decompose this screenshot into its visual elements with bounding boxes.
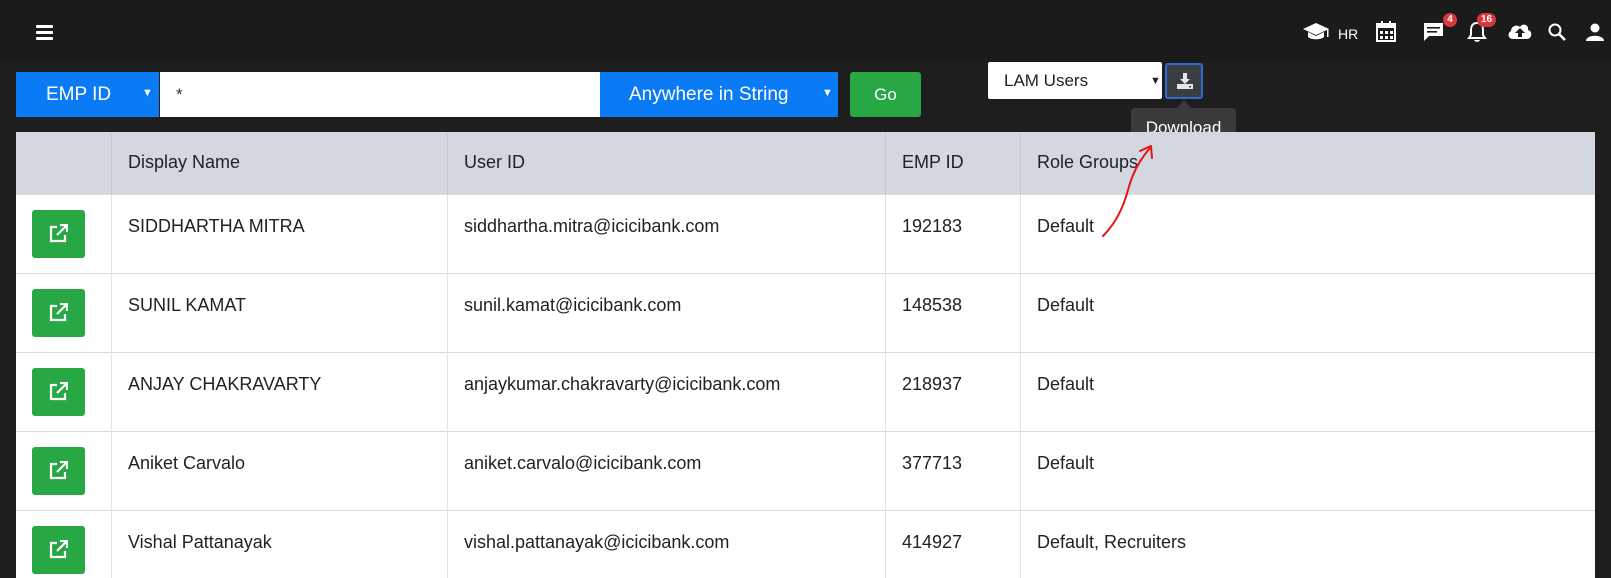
notifications-badge: 16 (1477, 13, 1497, 27)
cell-emp-id: 148538 (885, 273, 1021, 352)
cell-role-groups: Default (1037, 373, 1095, 394)
search-input[interactable] (160, 72, 600, 117)
chevron-down-icon: ▼ (1150, 75, 1161, 87)
chat-icon[interactable] (1423, 22, 1444, 42)
download-button[interactable] (1165, 63, 1203, 99)
open-record-button[interactable] (32, 446, 85, 495)
external-link-icon (49, 539, 68, 558)
search-icon[interactable] (1548, 23, 1566, 41)
cell-role-groups: Default (1037, 215, 1095, 236)
table-row: ANJAY CHAKRAVARTY anjaykumar.chakravarty… (16, 352, 1595, 431)
cell-emp-id: 218937 (885, 352, 1021, 431)
cell-user-id: aniket.carvalo@icicibank.com (447, 431, 886, 510)
top-navbar: HR 4 16 (0, 0, 1611, 62)
cell-display-name: Aniket Carvalo (111, 431, 448, 510)
cell-emp-id: 414927 (885, 510, 1021, 578)
user-list-select-value: LAM Users (1004, 71, 1089, 90)
users-table: Display Name User ID EMP ID Role Groups … (16, 132, 1595, 578)
graduation-cap-icon[interactable] (1302, 22, 1330, 42)
messages-badge: 4 (1443, 13, 1457, 27)
cell-role-groups: Default (1037, 452, 1095, 473)
go-button[interactable]: Go (850, 72, 921, 117)
cell-display-name: Vishal Pattanayak (111, 510, 448, 578)
open-record-button[interactable] (32, 525, 85, 574)
table-row: SUNIL KAMAT sunil.kamat@icicibank.com 14… (16, 273, 1595, 352)
cloud-upload-icon[interactable] (1507, 22, 1533, 40)
external-link-icon (49, 381, 68, 400)
cell-user-id: vishal.pattanayak@icicibank.com (447, 510, 886, 578)
column-header-role-groups[interactable]: Role Groups (1021, 132, 1596, 194)
download-icon (1177, 73, 1193, 89)
cell-display-name: SUNIL KAMAT (111, 273, 448, 352)
user-icon[interactable] (1586, 23, 1604, 41)
table-header-row: Display Name User ID EMP ID Role Groups (16, 132, 1595, 194)
cell-user-id: anjaykumar.chakravarty@icicibank.com (447, 352, 886, 431)
table-row: Aniket Carvalo aniket.carvalo@icicibank.… (16, 431, 1595, 510)
user-list-select[interactable]: LAM Users (988, 62, 1162, 99)
column-header-emp-id[interactable]: EMP ID (885, 132, 1021, 194)
cell-emp-id: 377713 (885, 431, 1021, 510)
chevron-down-icon: ▼ (822, 87, 833, 99)
tooltip-arrow (1177, 100, 1191, 108)
column-header-display-name[interactable]: Display Name (111, 132, 448, 194)
external-link-icon (49, 223, 68, 242)
menu-icon[interactable] (36, 25, 53, 43)
calendar-icon[interactable] (1376, 21, 1396, 42)
column-header-user-id[interactable]: User ID (447, 132, 886, 194)
cell-role-groups: Default (1037, 294, 1095, 315)
open-record-button[interactable] (32, 367, 85, 416)
match-mode-select[interactable]: Anywhere in String (600, 72, 838, 117)
search-field-select-value: EMP ID (46, 84, 112, 105)
table-row: Vishal Pattanayak vishal.pattanayak@icic… (16, 510, 1595, 578)
external-link-icon (49, 302, 68, 321)
cell-user-id: sunil.kamat@icicibank.com (447, 273, 886, 352)
search-field-select[interactable]: EMP ID (16, 72, 159, 117)
open-record-button[interactable] (32, 209, 85, 258)
cell-role-groups: Default, Recruiters (1037, 531, 1187, 552)
open-record-button[interactable] (32, 288, 85, 337)
cell-display-name: SIDDHARTHA MITRA (111, 194, 448, 273)
column-header-actions (16, 132, 112, 194)
cell-emp-id: 192183 (885, 194, 1021, 273)
match-mode-select-value: Anywhere in String (629, 84, 789, 105)
cell-display-name: ANJAY CHAKRAVARTY (111, 352, 448, 431)
cell-user-id: siddhartha.mitra@icicibank.com (447, 194, 886, 273)
chevron-down-icon: ▼ (142, 87, 153, 99)
hr-label[interactable]: HR (1338, 26, 1358, 42)
external-link-icon (49, 460, 68, 479)
table-row: SIDDHARTHA MITRA siddhartha.mitra@icicib… (16, 194, 1595, 273)
